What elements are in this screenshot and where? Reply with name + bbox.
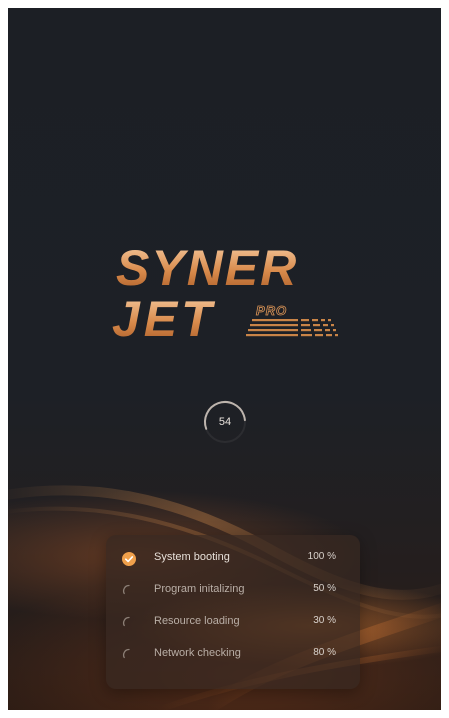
- splash-screen: SYNER JET PRO 54 System booting 100 % Pr…: [8, 8, 441, 710]
- task-percent: 30 %: [313, 615, 336, 626]
- task-row-network-checking: Network checking 80 %: [106, 639, 360, 671]
- task-row-system-booting: System booting 100 %: [106, 543, 360, 575]
- task-label: Resource loading: [154, 615, 240, 627]
- task-label: Program initalizing: [154, 583, 245, 595]
- startup-tasks-panel: System booting 100 % Program initalizing…: [106, 535, 360, 689]
- logo-pro-badge: PRO: [256, 303, 287, 318]
- task-label: Network checking: [154, 647, 241, 659]
- logo-line-jet: JET: [112, 291, 216, 347]
- task-row-resource-loading: Resource loading 30 %: [106, 607, 360, 639]
- spinner-icon: [122, 584, 130, 595]
- check-circle-icon: [122, 552, 136, 566]
- task-percent: 100 %: [307, 551, 336, 562]
- spinner-icon: [122, 648, 130, 659]
- logo-line-synergy: SYNER: [116, 240, 298, 296]
- task-label: System booting: [154, 551, 230, 563]
- spinner-icon: [122, 616, 130, 627]
- task-percent: 80 %: [313, 647, 336, 658]
- progress-value: 54: [218, 416, 232, 428]
- logo-speed-lines: [246, 319, 338, 337]
- task-percent: 50 %: [313, 583, 336, 594]
- task-row-program-initalizing: Program initalizing 50 %: [106, 575, 360, 607]
